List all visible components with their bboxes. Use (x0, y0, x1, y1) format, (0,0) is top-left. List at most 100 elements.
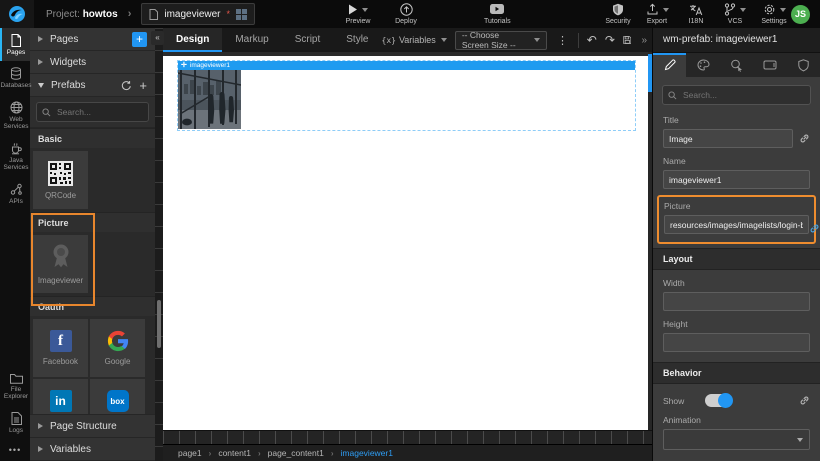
page-selector-name: imageviewer (164, 9, 220, 20)
pages-section-header[interactable]: Pages + (30, 28, 155, 51)
tab-properties[interactable] (653, 53, 686, 77)
add-page-button[interactable]: + (132, 32, 147, 47)
properties-search-box[interactable] (662, 85, 811, 105)
save-button[interactable] (623, 34, 632, 46)
security-shield-icon (612, 3, 624, 16)
expand-panel-button[interactable]: » (639, 35, 649, 46)
title-field-input[interactable] (663, 129, 793, 148)
bind-show-link-icon[interactable] (799, 395, 810, 406)
tab-markup[interactable]: Markup (222, 28, 281, 52)
screen-size-value: -- Choose Screen Size -- (462, 30, 524, 50)
tab-device[interactable] (753, 53, 786, 77)
group-header-picture: Picture (30, 212, 155, 232)
databases-icon (10, 67, 22, 80)
bind-picture-link-icon[interactable] (809, 223, 820, 234)
refresh-prefabs-icon[interactable] (121, 80, 132, 91)
undo-button[interactable]: ↶ (587, 34, 597, 46)
collapse-panel-button[interactable]: « (151, 31, 164, 45)
prefab-tile-qrcode[interactable]: QRCode (33, 151, 88, 209)
page-grid-icon[interactable] (236, 9, 247, 20)
picture-field-input[interactable] (664, 215, 809, 234)
editor-tab-bar: Design Markup Script Style {x} Variables… (163, 28, 653, 52)
tile-label: Google (105, 357, 131, 366)
preview-label: Preview (346, 18, 371, 25)
name-field-group: Name (653, 156, 820, 189)
properties-search-input[interactable] (681, 89, 805, 101)
breadcrumb-page1[interactable]: page1 (178, 448, 202, 458)
tutorials-label: Tutorials (484, 18, 511, 25)
prefab-tile-google[interactable]: Google (90, 319, 145, 377)
layout-section-header[interactable]: Layout (653, 248, 820, 270)
rail-item-apis[interactable]: APIs (0, 177, 30, 210)
vcs-button[interactable]: VCS (722, 3, 748, 25)
behavior-section-header[interactable]: Behavior (653, 362, 820, 384)
page-structure-section-header[interactable]: Page Structure (30, 414, 155, 438)
animation-select[interactable] (663, 429, 810, 450)
prefab-tile-box[interactable]: box Box (90, 379, 145, 414)
shield-outline-icon (798, 59, 809, 72)
more-options-kebab-icon[interactable]: ⋮ (555, 34, 570, 47)
bind-title-link-icon[interactable] (799, 133, 810, 144)
prefab-tile-linkedin[interactable]: in LinkedIn (33, 379, 88, 414)
widget-selection-header[interactable]: ✛ imageviewer1 (178, 61, 635, 70)
animation-field-group: Animation (653, 415, 820, 450)
imageviewer-widget-selection[interactable]: ✛ imageviewer1 (177, 60, 636, 131)
height-field-input[interactable] (663, 333, 810, 352)
name-field-input[interactable] (663, 170, 810, 189)
settings-button[interactable]: Settings (761, 3, 787, 25)
vcs-branch-icon (724, 3, 736, 16)
variables-button[interactable]: {x} Variables (382, 35, 447, 45)
page-selector[interactable]: imageviewer * (141, 3, 255, 25)
vertical-scrollbar-thumb[interactable] (157, 300, 161, 348)
width-field-input[interactable] (663, 292, 810, 311)
rail-item-logs[interactable]: Logs (0, 406, 30, 439)
imageviewer-preview-image[interactable] (178, 70, 241, 129)
show-toggle[interactable] (705, 394, 732, 407)
tab-script[interactable]: Script (282, 28, 334, 52)
tab-security[interactable] (787, 53, 820, 77)
properties-tabs (653, 53, 820, 77)
tab-design[interactable]: Design (163, 28, 222, 52)
export-button[interactable]: Export (644, 3, 670, 25)
deploy-button[interactable]: Deploy (393, 3, 419, 25)
rail-item-databases[interactable]: Databases (0, 61, 30, 94)
breadcrumb-separator-icon: › (209, 449, 212, 458)
i18n-button[interactable]: I18N (683, 3, 709, 25)
prefab-search-input[interactable] (55, 106, 143, 118)
screen-size-select[interactable]: -- Choose Screen Size -- (455, 31, 547, 50)
toolbar-divider (578, 33, 579, 48)
variables-section-header[interactable]: Variables (30, 438, 155, 461)
name-field-label: Name (663, 156, 810, 166)
tutorials-button[interactable]: Tutorials (484, 3, 511, 25)
prefab-tile-imageviewer[interactable]: Imageviewer (33, 235, 88, 293)
widgets-section-header[interactable]: Widgets (30, 51, 155, 74)
prefab-tile-facebook[interactable]: f Facebook (33, 319, 88, 377)
pages-section-label: Pages (50, 34, 78, 45)
unsaved-changes-marker: * (227, 9, 231, 19)
prefab-search-row (30, 97, 155, 128)
rail-item-web-services[interactable]: Web Services (0, 95, 30, 136)
move-handle-icon[interactable]: ✛ (181, 61, 187, 70)
tab-style[interactable]: Style (333, 28, 381, 52)
preview-button[interactable]: Preview (345, 3, 371, 25)
deploy-icon (400, 3, 413, 16)
prefabs-section-header[interactable]: Prefabs + (30, 74, 155, 97)
wavemaker-logo[interactable] (0, 0, 34, 28)
breadcrumb-page-content1[interactable]: page_content1 (268, 448, 324, 458)
rail-item-java-services[interactable]: Java Services (0, 136, 30, 177)
rail-more-menu[interactable]: ••• (0, 439, 30, 461)
user-avatar[interactable]: JS (791, 5, 810, 24)
tab-events[interactable] (720, 53, 753, 77)
tab-styles[interactable] (686, 53, 719, 77)
breadcrumb-content1[interactable]: content1 (218, 448, 251, 458)
redo-button[interactable]: ↷ (605, 34, 615, 46)
security-button[interactable]: Security (605, 3, 631, 25)
properties-panel: wm-prefab: imageviewer1 (652, 28, 820, 461)
add-prefab-button[interactable]: + (139, 79, 147, 92)
breadcrumb-separator-icon: › (258, 449, 261, 458)
prefab-search-box[interactable] (36, 102, 149, 122)
rail-item-file-explorer[interactable]: File Explorer (0, 367, 30, 406)
breadcrumb-imageviewer1[interactable]: imageviewer1 (341, 448, 393, 458)
design-canvas[interactable]: ✛ imageviewer1 (163, 52, 648, 430)
rail-item-pages[interactable]: Pages (0, 28, 30, 61)
